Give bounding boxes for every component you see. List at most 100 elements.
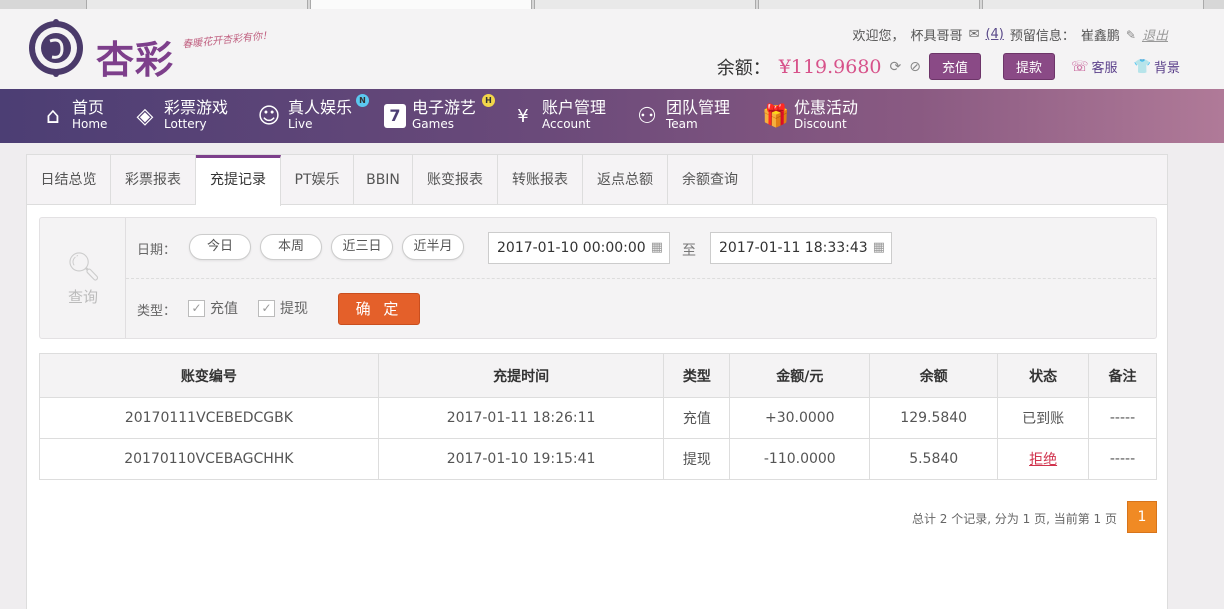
edit-icon[interactable]: ✎ — [1126, 28, 1136, 42]
page-1-button[interactable]: 1 — [1127, 501, 1157, 533]
shirt-icon: 👕 — [1133, 58, 1151, 75]
nav-item-live[interactable]: ☺ 真人娱乐 Live N — [256, 94, 369, 134]
site-header: 杏彩 春暖花开杏彩有你！ 欢迎您， 杯具哥哥 ✉ (4) 预留信息： 崔鑫鹏 ✎… — [0, 9, 1224, 89]
logo-text: 杏彩 — [96, 37, 175, 82]
browser-tab[interactable] — [982, 0, 1204, 9]
tab-daily-summary[interactable]: 日结总览 — [27, 155, 111, 205]
table-row: 20170111VCEBEDCGBK 2017-01-11 18:26:11 充… — [39, 397, 1157, 439]
reserve-value: 崔鑫鹏 — [1080, 29, 1120, 44]
nav-label-zh: 首页 — [72, 98, 105, 117]
browser-tab-strip — [0, 0, 1224, 9]
nav-item-discount[interactable]: 🎁 优惠活动 Discount — [762, 98, 858, 134]
mail-icon[interactable]: ✉ — [969, 27, 980, 42]
table-header-row: 账变编号 充提时间 类型 金额/元 余额 状态 备注 — [39, 353, 1157, 398]
home-icon: ⌂ — [46, 103, 60, 129]
col-note: 备注 — [1088, 353, 1157, 398]
range-week-button[interactable]: 本周 — [260, 234, 322, 260]
col-time: 充提时间 — [377, 353, 665, 398]
cell-status-link[interactable]: 拒绝 — [997, 438, 1090, 480]
cell-status: 已到账 — [997, 397, 1090, 439]
logout-link[interactable]: 退出 — [1142, 25, 1168, 44]
nav-label-zh: 真人娱乐 — [288, 98, 353, 117]
cell-balance: 129.5840 — [869, 397, 999, 439]
customer-service-label: 客服 — [1091, 61, 1118, 76]
nav-label-en: Live — [288, 117, 313, 131]
form-divider — [126, 278, 1156, 279]
query-label: 查询 — [67, 288, 98, 306]
nav-label-zh: 账户管理 — [542, 98, 607, 117]
yen-icon: ¥ — [517, 105, 529, 127]
nav-label-en: Account — [542, 117, 591, 131]
cell-amount: +30.0000 — [729, 397, 871, 439]
cell-note: ----- — [1088, 397, 1157, 439]
browser-tab[interactable] — [86, 0, 308, 9]
browser-tab[interactable] — [534, 0, 756, 9]
tab-bbin[interactable]: BBIN — [354, 155, 413, 205]
mail-count-link[interactable]: (4) — [985, 27, 1003, 42]
range-3days-button[interactable]: 近三日 — [331, 234, 393, 260]
hide-eye-icon[interactable]: ⊘ — [909, 59, 921, 75]
col-id: 账变编号 — [39, 353, 379, 398]
customer-service-link[interactable]: ☏ 客服 — [1071, 57, 1118, 77]
sub-tab-bar: 日结总览 彩票报表 充提记录 PT娱乐 BBIN 账变报表 转账报表 返点总额 … — [27, 155, 1167, 206]
balance-line: 余额： ¥119.9680 ⟳ ⊘ 充值 提款 ☏ 客服 👕 背景 — [717, 53, 1180, 80]
confirm-button[interactable]: 确 定 — [338, 293, 420, 325]
col-amount: 金额/元 — [729, 353, 871, 398]
nav-label-en: Home — [72, 117, 108, 131]
query-form: 🔍︎ 查询 日期： 今日 本周 近三日 近半月 2017-01-10 00:00… — [39, 217, 1157, 339]
type-withdraw-checkbox[interactable]: ✓ 提现 — [258, 298, 308, 318]
balance-value: ¥119.9680 — [778, 55, 882, 78]
nav-item-lottery[interactable]: ◈ 彩票游戏 Lottery — [132, 98, 228, 134]
cell-balance: 5.5840 — [869, 438, 999, 480]
browser-tab[interactable] — [758, 0, 980, 9]
type-recharge-checkbox[interactable]: ✓ 充值 — [188, 298, 238, 318]
username: 杯具哥哥 — [910, 29, 963, 44]
tab-rebate-total[interactable]: 返点总额 — [583, 155, 668, 205]
recharge-button[interactable]: 充值 — [928, 53, 981, 80]
nav-label-en: Games — [412, 117, 454, 131]
type-withdraw-label: 提现 — [280, 301, 308, 317]
nav-item-games[interactable]: 7 电子游艺 Games H — [384, 94, 495, 134]
nav-item-account[interactable]: ¥ 账户管理 Account — [510, 98, 606, 134]
content-panel: 日结总览 彩票报表 充提记录 PT娱乐 BBIN 账变报表 转账报表 返点总额 … — [26, 154, 1168, 609]
tab-deposit-withdraw-records[interactable]: 充提记录 — [196, 155, 281, 206]
nav-item-home[interactable]: ⌂ 首页 Home — [40, 98, 107, 134]
pagination: 总计 2 个记录, 分为 1 页, 当前第 1 页 1 — [27, 501, 1157, 533]
cell-type: 充值 — [663, 397, 731, 439]
cell-time: 2017-01-10 19:15:41 — [377, 438, 665, 480]
tab-account-change[interactable]: 账变报表 — [413, 155, 498, 205]
nav-label-zh: 优惠活动 — [794, 98, 859, 117]
end-date-input[interactable]: 2017-01-11 18:33:43 ▦ — [710, 232, 892, 264]
skin-link[interactable]: 👕 背景 — [1133, 57, 1180, 77]
cell-id: 20170110VCEBAGCHHK — [39, 438, 379, 480]
calendar-icon[interactable]: ▦ — [651, 233, 663, 263]
welcome-text: 欢迎您， — [852, 29, 905, 44]
range-halfmonth-button[interactable]: 近半月 — [402, 234, 464, 260]
tab-balance-query[interactable]: 余额查询 — [668, 155, 753, 205]
nav-item-team[interactable]: ⚇ 团队管理 Team — [634, 98, 730, 134]
end-date-value: 2017-01-11 18:33:43 — [719, 240, 868, 256]
team-icon: ⚇ — [637, 103, 657, 129]
withdraw-button[interactable]: 提款 — [1003, 53, 1056, 80]
calendar-icon[interactable]: ▦ — [873, 233, 885, 263]
site-logo[interactable]: 杏彩 春暖花开杏彩有你！ — [26, 17, 276, 83]
tab-lottery-report[interactable]: 彩票报表 — [111, 155, 196, 205]
hot-badge: H — [482, 94, 495, 107]
tab-transfer-report[interactable]: 转账报表 — [498, 155, 583, 205]
checkbox-check-icon: ✓ — [258, 299, 275, 317]
cell-id: 20170111VCEBEDCGBK — [39, 397, 379, 439]
start-date-input[interactable]: 2017-01-10 00:00:00 ▦ — [488, 232, 670, 264]
range-today-button[interactable]: 今日 — [189, 234, 251, 260]
refresh-icon[interactable]: ⟳ — [890, 59, 902, 75]
person-icon: ☺ — [257, 103, 281, 129]
slot-icon: 7 — [384, 104, 406, 128]
headset-icon: ☏ — [1071, 58, 1089, 75]
status-reject-link[interactable]: 拒绝 — [1029, 452, 1057, 468]
nav-label-en: Team — [666, 117, 698, 131]
tab-pt[interactable]: PT娱乐 — [281, 155, 354, 205]
balance-label: 余额： — [716, 57, 771, 79]
cell-time: 2017-01-11 18:26:11 — [377, 397, 665, 439]
ticket-icon: ◈ — [136, 103, 154, 129]
browser-tab-active[interactable] — [310, 0, 532, 9]
records-table: 账变编号 充提时间 类型 金额/元 余额 状态 备注 20170111VCEBE… — [39, 353, 1157, 480]
